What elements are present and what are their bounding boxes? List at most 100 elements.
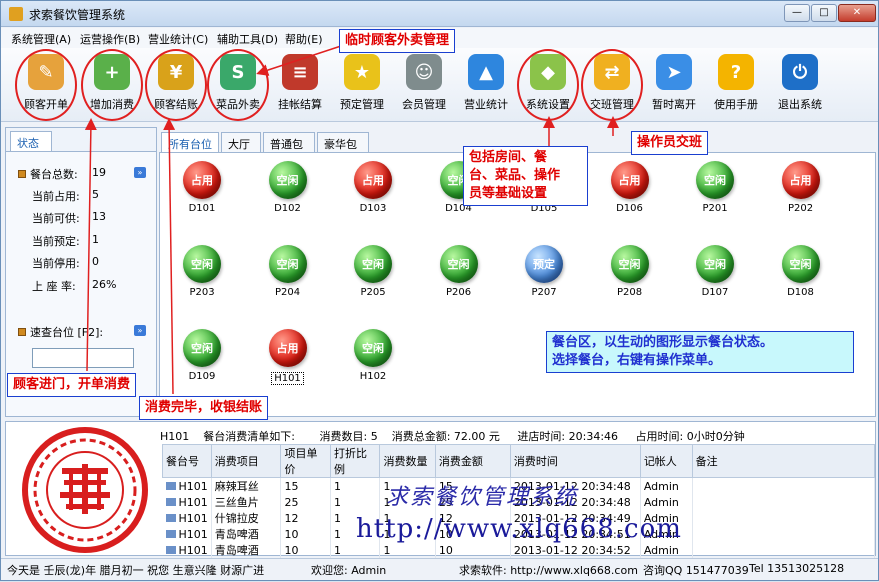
table-name: D109 [188,371,216,382]
app-window: 求索餐饮管理系统 — □ ✕ 系统管理(A) 运营操作(B) 营业统计(C) 辅… [0,0,879,581]
toolbar-button-0[interactable]: ✎ 顾客开单 [15,52,77,118]
column-header[interactable]: 消费金额 [434,444,511,478]
table-seat[interactable]: 空闲 P201 [685,161,745,214]
table-status-free: 空闲 [439,245,478,283]
shift-handover-icon: ⇄ [594,54,630,90]
toolbar-button-11[interactable]: ? 使用手册 [705,52,767,118]
quick-lookup-input[interactable] [32,348,134,368]
column-header[interactable]: 备注 [691,444,876,478]
table-seat[interactable]: 占用 P202 [771,161,831,214]
callout-table-area: 餐台区，以生动的图形显示餐台状态。 选择餐台，右键有操作菜单。 [546,331,854,373]
column-header[interactable]: 消费项目 [210,444,282,478]
status-qq: 咨询QQ 151477039 [643,564,749,577]
lookup-icon [18,328,26,336]
column-header[interactable]: 消费时间 [509,444,641,478]
callout-settings-line3: 员等基础设置 [469,186,548,201]
table-seat[interactable]: 空闲 D107 [685,245,745,298]
stat-reserved-label: 当前预定: [32,235,80,248]
tab-hall[interactable]: 大厅 [221,132,261,152]
stat-available-label: 当前可供: [32,212,80,225]
table-status-occ: 占用 [610,161,649,199]
table-seat[interactable]: 占用 D101 [172,161,232,214]
toolbar-button-label: 营业统计 [464,98,508,111]
column-header[interactable]: 餐台号 [162,444,212,478]
detail-summary: H101 餐台消费清单如下: 消费数目: 5 消费总金额: 72.00 元 进店… [160,428,875,444]
toolbar-button-3[interactable]: S 菜品外卖 [207,52,269,118]
table-seat[interactable]: 占用 H101 [258,329,318,385]
table-status-free: 空闲 [354,329,392,367]
toolbar-button-label: 增加消费 [90,98,134,111]
toolbar-button-2[interactable]: ¥ 顾客结账 [145,52,207,118]
toolbar-button-8[interactable]: ◆ 系统设置 [517,52,579,118]
title-bar[interactable]: 求索餐饮管理系统 — □ ✕ [1,1,878,27]
table-cell: 12 [280,510,331,526]
toolbar-button-7[interactable]: ▲ 营业统计 [455,52,517,118]
column-header[interactable]: 记帐人 [639,444,693,478]
table-seat[interactable]: 空闲 D102 [258,161,318,214]
expand-stats-icon[interactable]: » [134,167,146,178]
column-header[interactable]: 项目单价 [280,444,331,478]
menu-help[interactable]: 帮助(E) [285,31,323,47]
table-seat[interactable]: 空闲 P206 [429,245,489,298]
minimize-button[interactable]: — [784,4,810,22]
table-cell: 1 [330,542,381,558]
table-seat[interactable]: 预定 P207 [514,245,574,298]
toolbar-button-12[interactable]: ⏻ 退出系统 [769,52,831,118]
toolbar-button-label: 顾客结账 [154,98,198,111]
table-seat[interactable]: 占用 D106 [600,161,660,214]
table-seat[interactable]: 占用 D103 [343,161,403,214]
callout-settings-line1: 包括房间、餐 [469,150,548,165]
toolbar-button-1[interactable]: + 增加消费 [81,52,143,118]
toolbar-button-4[interactable]: ≡ 挂帐结算 [269,52,331,118]
status-today: 今天是 壬辰(龙)年 腊月初一 祝您 生意兴隆 财源广进 [7,564,265,577]
table-cell: 15 [280,477,331,494]
tab-standard-room[interactable]: 普通包间 [263,132,315,167]
table-header-row: 餐台号 消费项目 项目单价 打折比例 消费数量 消费金额 消费时间 记帐人 备注 [162,444,876,478]
toolbar-button-label: 退出系统 [778,98,822,111]
toolbar-button-label: 顾客开单 [24,98,68,111]
toolbar-button-label: 挂帐结算 [278,98,322,111]
menu-operations[interactable]: 运营操作(B) [80,31,140,47]
table-seat[interactable]: 空闲 P203 [172,245,232,298]
menu-statistics[interactable]: 营业统计(C) [148,31,208,47]
close-button[interactable]: ✕ [838,4,876,22]
status-tel: Tel 13513025128 [749,562,845,575]
row-record-icon [165,529,176,538]
row-record-icon [165,497,176,506]
table-seat[interactable]: 空闲 P204 [258,245,318,298]
tab-luxury-room[interactable]: 豪华包间 [317,132,369,167]
table-seat[interactable]: 空闲 P205 [343,245,403,298]
table-status-free: 空闲 [268,161,307,199]
toolbar-button-10[interactable]: ➤ 暂时离开 [643,52,705,118]
column-header[interactable]: 消费数量 [379,444,436,478]
status-software: 求索软件: http://www.xlq668.com [459,564,638,577]
expand-lookup-icon[interactable]: » [134,325,146,336]
table-row[interactable]: H101 青岛啤酒 10 1 1 10 2013-01-12 20:34:52 Admin [162,542,876,558]
toolbar-button-6[interactable]: ☺ 会员管理 [393,52,455,118]
table-name: P201 [702,203,728,214]
table-seat[interactable]: 空闲 P208 [600,245,660,298]
table-cell [692,526,876,542]
detail-total: 72.00 元 [453,430,500,443]
table-seat[interactable]: 空闲 H102 [343,329,403,382]
toolbar-button-5[interactable]: ★ 预定管理 [331,52,393,118]
toolbar-button-9[interactable]: ⇄ 交班管理 [581,52,643,118]
stat-total: 餐台总数: [18,166,78,182]
table-seat[interactable]: 空闲 D109 [172,329,232,382]
checkout-coins-icon: ¥ [158,54,194,90]
quick-lookup-label: 速查台位 [F2]: [18,324,103,340]
table-name: P203 [189,287,215,298]
table-cell: Admin [640,494,693,510]
table-seat[interactable]: 空闲 D108 [771,245,831,298]
tab-status[interactable]: 状态 [10,131,52,151]
table-name: D102 [274,203,301,214]
table-status-free: 空闲 [183,245,221,283]
column-header[interactable]: 打折比例 [329,444,381,478]
menu-system[interactable]: 系统管理(A) [11,31,71,47]
away-runner-icon: ➤ [656,54,692,90]
table-status-free: 空闲 [781,245,820,283]
detail-in-time: 20:34:46 [568,430,619,443]
maximize-button[interactable]: □ [811,4,837,22]
menu-tools[interactable]: 辅助工具(D) [217,31,278,47]
tab-all-tables[interactable]: 所有台位 [161,132,219,152]
